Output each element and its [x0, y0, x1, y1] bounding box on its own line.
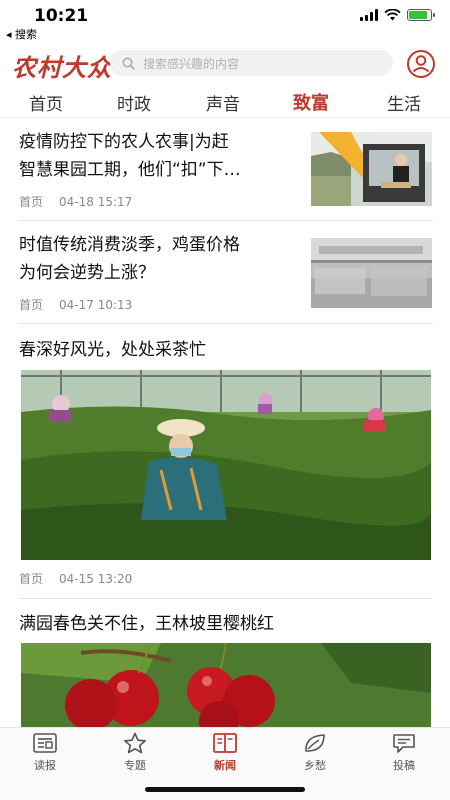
divider — [19, 598, 433, 599]
nav-label: 新闻 — [214, 759, 236, 772]
divider — [19, 220, 433, 221]
news-meta: 首页 04-15 13:20 — [19, 570, 132, 587]
news-image-tea-picking — [21, 370, 431, 560]
user-profile-icon[interactable] — [406, 49, 436, 79]
nav-news[interactable]: 新闻 — [195, 732, 255, 773]
battery-icon — [407, 9, 435, 21]
news-thumbnail-excavator — [311, 132, 432, 206]
app-header: 农村大众 搜索感兴趣的内容 — [0, 44, 450, 84]
search-input[interactable]: 搜索感兴趣的内容 — [110, 50, 393, 76]
nav-label: 投稿 — [393, 759, 415, 772]
news-source: 首页 — [19, 195, 44, 209]
news-time: 04-18 15:17 — [59, 195, 133, 209]
nav-submit[interactable]: 投稿 — [374, 732, 434, 773]
news-title: 疫情防控下的农人农事|为赶 智慧果园工期，他们“扣”下… — [19, 132, 241, 180]
news-item[interactable]: 春深好风光，处处采茶忙 首页 04-15 13:20 — [19, 336, 433, 588]
news-item[interactable]: 疫情防控下的农人农事|为赶 智慧果园工期，他们“扣”下… 首页 04-18 15:… — [19, 128, 433, 212]
news-meta: 首页 04-18 15:17 — [19, 193, 132, 210]
search-placeholder: 搜索感兴趣的内容 — [143, 56, 240, 71]
search-icon — [122, 57, 135, 70]
category-tabs: 首页 时政 声音 致富 生活 — [0, 86, 450, 118]
news-time: 04-17 10:13 — [59, 298, 133, 312]
divider — [19, 323, 433, 324]
tab-home[interactable]: 首页 — [29, 90, 63, 115]
app-logo: 农村大众 — [12, 53, 112, 82]
book-icon — [213, 733, 237, 753]
news-time: 04-15 13:20 — [59, 572, 133, 586]
leaf-icon — [305, 734, 325, 752]
news-meta: 首页 04-17 10:13 — [19, 296, 132, 313]
signal-icon — [360, 9, 378, 21]
home-indicator — [145, 787, 305, 792]
tab-politics[interactable]: 时政 — [117, 90, 151, 115]
nav-label: 乡愁 — [304, 759, 326, 772]
newspaper-icon — [33, 733, 57, 753]
news-title: 满园春色关不住，王林坡里樱桃红 — [19, 614, 274, 634]
news-image-cherries — [21, 643, 431, 727]
message-icon — [393, 734, 415, 753]
star-icon — [124, 732, 146, 754]
tab-life[interactable]: 生活 — [387, 90, 421, 115]
wifi-icon — [384, 9, 401, 21]
nav-nostalgia[interactable]: 乡愁 — [285, 732, 345, 773]
status-time: 10:21 — [34, 6, 89, 26]
tab-voice[interactable]: 声音 — [206, 90, 240, 115]
status-bar: 10:21 ◂ 搜索 — [0, 0, 450, 42]
nav-label: 读报 — [34, 759, 56, 772]
status-icons — [360, 9, 435, 21]
news-item[interactable]: 时值传统消费淡季，鸡蛋价格 为何会逆势上涨？ 首页 04-17 10:13 — [19, 231, 433, 315]
news-source: 首页 — [19, 572, 44, 586]
news-title: 春深好风光，处处采茶忙 — [19, 340, 206, 360]
news-item[interactable]: 满园春色关不住，王林坡里樱桃红 — [19, 610, 433, 727]
tab-wealth[interactable]: 致富 — [293, 89, 329, 115]
news-thumbnail-egg-crates — [311, 238, 432, 308]
back-to-search-link[interactable]: ◂ 搜索 — [6, 26, 37, 42]
news-title: 时值传统消费淡季，鸡蛋价格 为何会逆势上涨？ — [19, 235, 240, 283]
nav-topics[interactable]: 专题 — [105, 732, 165, 773]
news-source: 首页 — [19, 298, 44, 312]
nav-label: 专题 — [124, 759, 146, 772]
nav-newspaper[interactable]: 读报 — [15, 732, 75, 773]
